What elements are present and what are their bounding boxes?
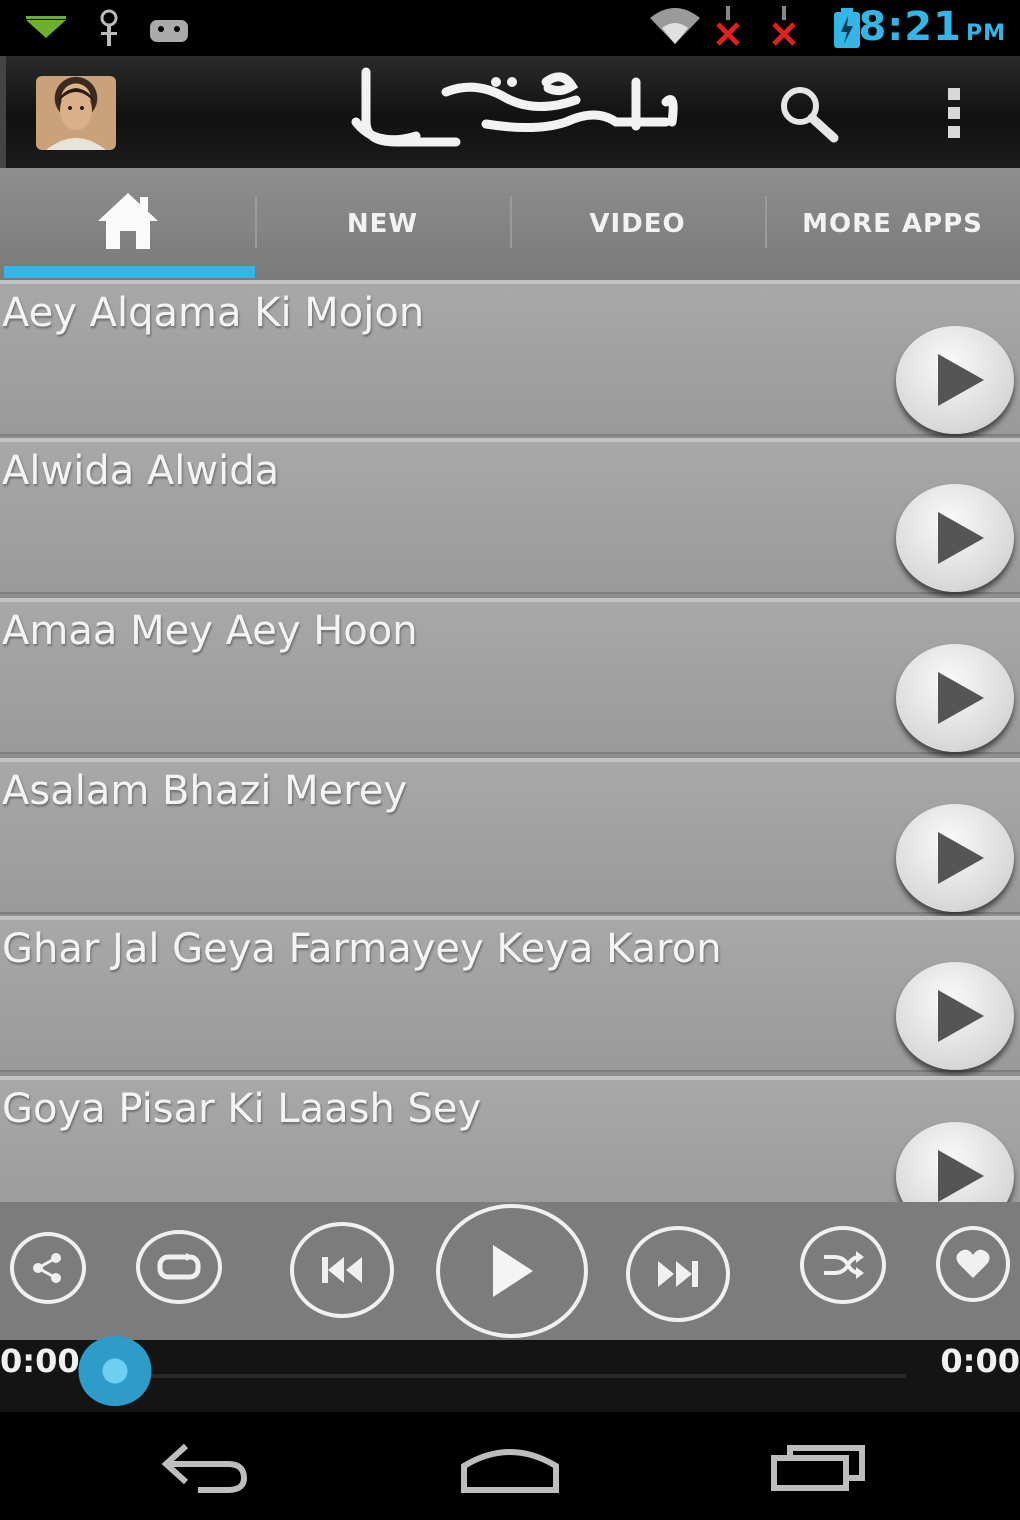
seek-bar: 0:00 0:00 [0, 1336, 1020, 1412]
tab-video[interactable]: VIDEO [510, 168, 765, 280]
clock: 8:21 PM [858, 4, 1006, 50]
signal-blocked-icon [712, 4, 744, 52]
overflow-menu-icon[interactable] [944, 86, 966, 144]
share-button[interactable] [10, 1232, 86, 1304]
tab-new-label: NEW [346, 209, 419, 239]
list-item[interactable]: Ghar Jal Geya Farmayey Keya Karon [0, 916, 1020, 1072]
action-bar [0, 56, 1020, 168]
tab-home[interactable] [0, 168, 255, 280]
list-item[interactable]: Amaa Mey Aey Hoon [0, 598, 1020, 754]
track-title: Goya Pisar Ki Laash Sey [2, 1086, 482, 1132]
syed-farhan-ali-urdu-logo [336, 62, 696, 162]
play-icon[interactable] [896, 484, 1014, 592]
tab-new[interactable]: NEW [255, 168, 510, 280]
list-item[interactable]: Goya Pisar Ki Laash Sey [0, 1076, 1020, 1202]
back-icon[interactable] [158, 1436, 252, 1500]
player-controls [0, 1202, 1020, 1340]
wifi-icon [648, 6, 702, 50]
home-nav-icon[interactable] [458, 1436, 562, 1500]
track-title: Amaa Mey Aey Hoon [2, 608, 418, 654]
tab-video-label: VIDEO [589, 209, 686, 239]
tab-more-apps-label: MORE APPS [802, 209, 983, 239]
track-title: Alwida Alwida [2, 448, 280, 494]
next-button[interactable] [626, 1226, 730, 1322]
track-title: Ghar Jal Geya Farmayey Keya Karon [2, 926, 722, 972]
system-nav-bar [0, 1412, 1020, 1520]
play-icon[interactable] [896, 804, 1014, 912]
duration-time: 0:00 [940, 1342, 1020, 1380]
track-title: Aey Alqama Ki Mojon [2, 290, 425, 336]
tab-more-apps[interactable]: MORE APPS [765, 168, 1020, 280]
play-icon[interactable] [896, 644, 1014, 752]
play-icon[interactable] [896, 962, 1014, 1070]
android-debug-icon [148, 14, 190, 48]
shuffle-button[interactable] [800, 1226, 886, 1304]
tab-bar: NEW VIDEO MORE APPS [0, 168, 1020, 280]
play-button[interactable] [436, 1204, 588, 1338]
favorite-button[interactable] [936, 1226, 1010, 1302]
signal-blocked-icon [768, 4, 800, 52]
elapsed-time: 0:00 [0, 1342, 80, 1380]
play-icon[interactable] [896, 1122, 1014, 1202]
avatar-icon[interactable] [36, 76, 116, 150]
play-icon[interactable] [896, 326, 1014, 434]
status-bar: 8:21 PM [0, 0, 1020, 56]
previous-button[interactable] [290, 1222, 394, 1318]
list-item[interactable]: Alwida Alwida [0, 438, 1020, 594]
download-arrow-icon [24, 16, 68, 46]
list-item[interactable]: Aey Alqama Ki Mojon [0, 280, 1020, 436]
track-title: Asalam Bhazi Merey [2, 768, 408, 814]
usb-icon [92, 8, 126, 52]
list-item[interactable]: Asalam Bhazi Merey [0, 758, 1020, 914]
repeat-button[interactable] [136, 1230, 222, 1304]
seek-track[interactable] [112, 1374, 906, 1378]
search-icon[interactable] [776, 84, 842, 148]
recent-apps-icon[interactable] [770, 1442, 868, 1496]
home-icon [96, 191, 160, 258]
track-list: Aey Alqama Ki Mojon Alwida Alwida Amaa M… [0, 280, 1020, 1202]
seek-thumb[interactable] [78, 1336, 152, 1406]
